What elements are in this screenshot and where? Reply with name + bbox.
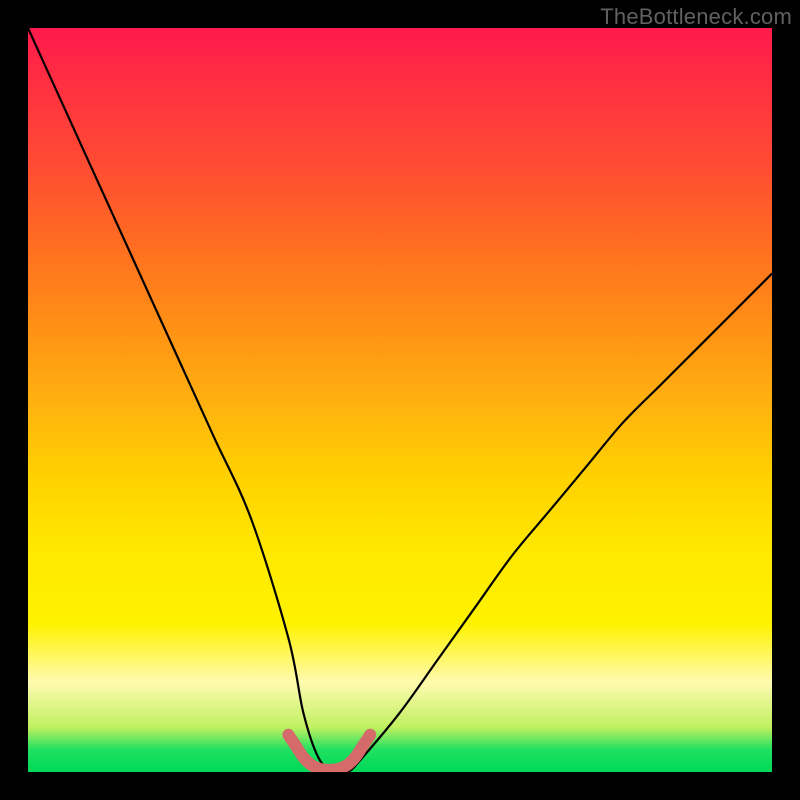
plot-area [28, 28, 772, 772]
curve-svg [28, 28, 772, 772]
highlight-segment [288, 735, 370, 770]
bottleneck-curve [28, 28, 772, 772]
watermark-text: TheBottleneck.com [600, 4, 792, 30]
chart-frame: TheBottleneck.com [0, 0, 800, 800]
